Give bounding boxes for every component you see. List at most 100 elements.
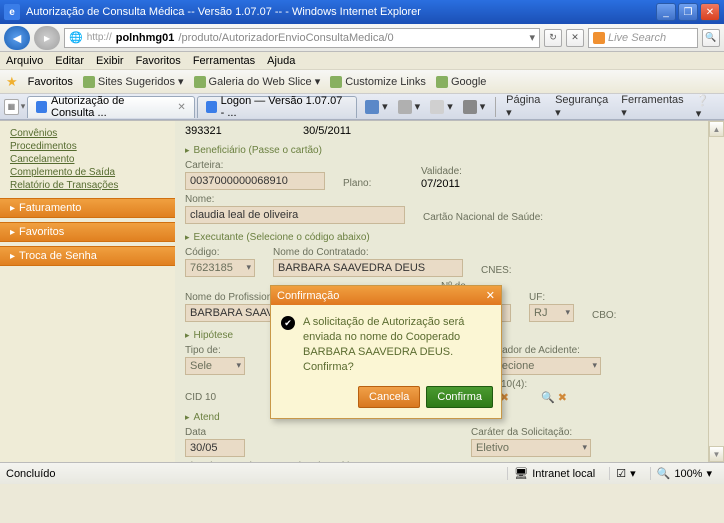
tab2-icon xyxy=(206,101,217,113)
side-link-convenios[interactable]: Convênios xyxy=(10,127,165,140)
shield-icon: ☑ xyxy=(616,467,626,480)
tab-list-button[interactable]: ▦ xyxy=(4,99,19,115)
close-button[interactable]: ✕ xyxy=(700,3,720,21)
menubar: Arquivo Editar Exibir Favoritos Ferramen… xyxy=(0,52,724,70)
numcons-field: 762318 xyxy=(441,304,511,322)
search-input[interactable]: Live Search xyxy=(588,28,698,48)
tool-home[interactable]: ▾ xyxy=(361,98,392,116)
conselho-select[interactable]: CRM xyxy=(363,304,423,322)
side-link-relatorio[interactable]: Relatório de Transações xyxy=(10,179,165,192)
menu-arquivo[interactable]: Arquivo xyxy=(6,55,43,67)
url-dropdown-icon[interactable]: ▾ xyxy=(529,31,535,44)
zoom-icon: 🔍 xyxy=(657,467,671,480)
scroll-down-icon[interactable]: ▼ xyxy=(709,446,724,462)
tool-ferramentas[interactable]: Ferramentas ▾ xyxy=(617,92,689,121)
fav-customize[interactable]: Customize Links xyxy=(330,76,426,88)
carater-select[interactable]: Eletivo xyxy=(471,439,591,457)
window-title: Autorização de Consulta Médica -- Versão… xyxy=(26,6,421,18)
scroll-up-icon[interactable]: ▲ xyxy=(709,121,724,137)
url-tail: /produto/AutorizadorEnvioConsultaMedica/… xyxy=(178,32,393,44)
tool-feeds[interactable]: ▾ xyxy=(394,98,425,116)
validade-value: 07/2011 xyxy=(421,178,501,190)
customize-icon xyxy=(330,76,342,88)
search-go-button[interactable]: 🔍 xyxy=(702,29,720,47)
window-titlebar: e Autorização de Consulta Médica -- Vers… xyxy=(0,0,724,24)
maximize-button[interactable]: ❐ xyxy=(678,3,698,21)
contratado-field: BARBARA SAAVEDRA DEUS xyxy=(273,259,463,277)
print-icon xyxy=(463,100,477,114)
gallery-icon xyxy=(194,76,206,88)
url-host: polnhmg01 xyxy=(116,32,175,44)
menu-favoritos[interactable]: Favoritos xyxy=(136,55,181,67)
tool-seguranca[interactable]: Segurança ▾ xyxy=(551,92,615,121)
back-button[interactable]: ◄ xyxy=(4,26,30,50)
section-beneficiario: Beneficiário (Passe o cartão) xyxy=(185,145,714,156)
zone-icon: 🖥 xyxy=(514,467,528,480)
sites-icon xyxy=(83,76,95,88)
search-cid4-icon[interactable]: 🔍 ✖ xyxy=(541,391,567,404)
status-concluido: Concluído xyxy=(6,468,56,480)
zoom-control[interactable]: 🔍100% ▾ xyxy=(650,467,718,480)
bing-icon xyxy=(593,32,605,44)
codigo-select[interactable]: 7623185 xyxy=(185,259,255,277)
data-field[interactable]: 30/05 xyxy=(185,439,245,457)
tool-print[interactable]: ▾ xyxy=(459,98,490,116)
sidebar: Convênios Procedimentos Cancelamento Com… xyxy=(0,121,175,462)
stop-button[interactable]: ✕ xyxy=(566,29,584,47)
tab-list-chevron[interactable]: ▾ xyxy=(21,101,26,112)
status-protected: ☑▾ xyxy=(609,467,641,480)
refresh-button[interactable]: ↻ xyxy=(544,29,562,47)
tipo-select[interactable]: Sele xyxy=(185,357,245,375)
address-bar[interactable]: 🌐 http:// polnhmg01 /produto/Autorizador… xyxy=(64,28,540,48)
tabbar: ▦ ▾ Autorização de Consulta ... ✕ Logon … xyxy=(0,94,724,120)
navbar: ◄ ▸ 🌐 http:// polnhmg01 /produto/Autoriz… xyxy=(0,24,724,52)
minimize-button[interactable]: _ xyxy=(656,3,676,21)
fav-galeria[interactable]: Galeria do Web Slice ▾ xyxy=(194,75,321,88)
tab1-close-icon[interactable]: ✕ xyxy=(177,102,185,113)
tool-ajuda[interactable]: ❔ ▾ xyxy=(692,92,720,122)
menu-ferramentas[interactable]: Ferramentas xyxy=(193,55,255,67)
url-prefix: http:// xyxy=(87,32,112,43)
form-area: 393321 30/5/2011 Beneficiário (Passe o c… xyxy=(175,121,724,462)
fav-google[interactable]: Google xyxy=(436,76,486,88)
search-cid-icon[interactable]: 🔍 ✖ xyxy=(483,391,509,404)
ie-icon: e xyxy=(4,4,20,20)
menu-ajuda[interactable]: Ajuda xyxy=(267,55,295,67)
nome-field[interactable]: claudia leal de oliveira xyxy=(185,206,405,224)
tab1-label: Autorização de Consulta ... xyxy=(51,95,169,119)
mail-icon xyxy=(430,100,444,114)
carteira-field[interactable]: 0037000000068910 xyxy=(185,172,325,190)
side-group-troca-senha[interactable]: ▸ Troca de Senha xyxy=(0,246,175,266)
side-link-complemento[interactable]: Complemento de Saída xyxy=(10,166,165,179)
favorites-bar: ★ Favoritos Sites Sugeridos ▾ Galeria do… xyxy=(0,70,724,94)
search-placeholder: Live Search xyxy=(608,32,666,44)
google-icon xyxy=(436,76,448,88)
vertical-scrollbar[interactable]: ▲ ▼ xyxy=(708,121,724,462)
profexec-field: BARBARA SAAVEDRA DEUS xyxy=(185,304,345,322)
fav-sites[interactable]: Sites Sugeridos ▾ xyxy=(83,75,184,88)
section-executante: Executante (Selecione o código abaixo) xyxy=(185,232,714,243)
side-link-procedimentos[interactable]: Procedimentos xyxy=(10,140,165,153)
tool-mail[interactable]: ▾ xyxy=(426,98,457,116)
top-number: 393321 xyxy=(185,125,285,137)
tool-pagina[interactable]: Página ▾ xyxy=(502,92,549,121)
side-group-favoritos[interactable]: ▸ Favoritos xyxy=(0,222,175,242)
favorites-label[interactable]: Favoritos xyxy=(28,76,73,88)
section-hipotese: Hipótese xyxy=(185,330,714,341)
side-link-cancelamento[interactable]: Cancelamento xyxy=(10,153,165,166)
tab-inactive[interactable]: Logon — Versão 1.07.07 - ... xyxy=(197,96,357,118)
tab-active[interactable]: Autorização de Consulta ... ✕ xyxy=(27,96,194,118)
side-group-faturamento[interactable]: ▸ Faturamento xyxy=(0,198,175,218)
indicador-acidente-select[interactable]: Selecione xyxy=(481,357,601,375)
tab2-label: Logon — Versão 1.07.07 - ... xyxy=(221,95,349,119)
top-date: 30/5/2011 xyxy=(303,125,403,137)
statusbar: Concluído 🖥Intranet local ☑▾ 🔍100% ▾ xyxy=(0,462,724,484)
forward-button[interactable]: ▸ xyxy=(34,26,60,50)
uf-select[interactable]: RJ xyxy=(529,304,574,322)
status-zone: 🖥Intranet local xyxy=(507,467,601,480)
favorites-star-icon[interactable]: ★ xyxy=(6,74,18,90)
tab1-icon xyxy=(36,101,47,113)
menu-exibir[interactable]: Exibir xyxy=(96,55,124,67)
menu-editar[interactable]: Editar xyxy=(55,55,84,67)
home-icon xyxy=(365,100,379,114)
